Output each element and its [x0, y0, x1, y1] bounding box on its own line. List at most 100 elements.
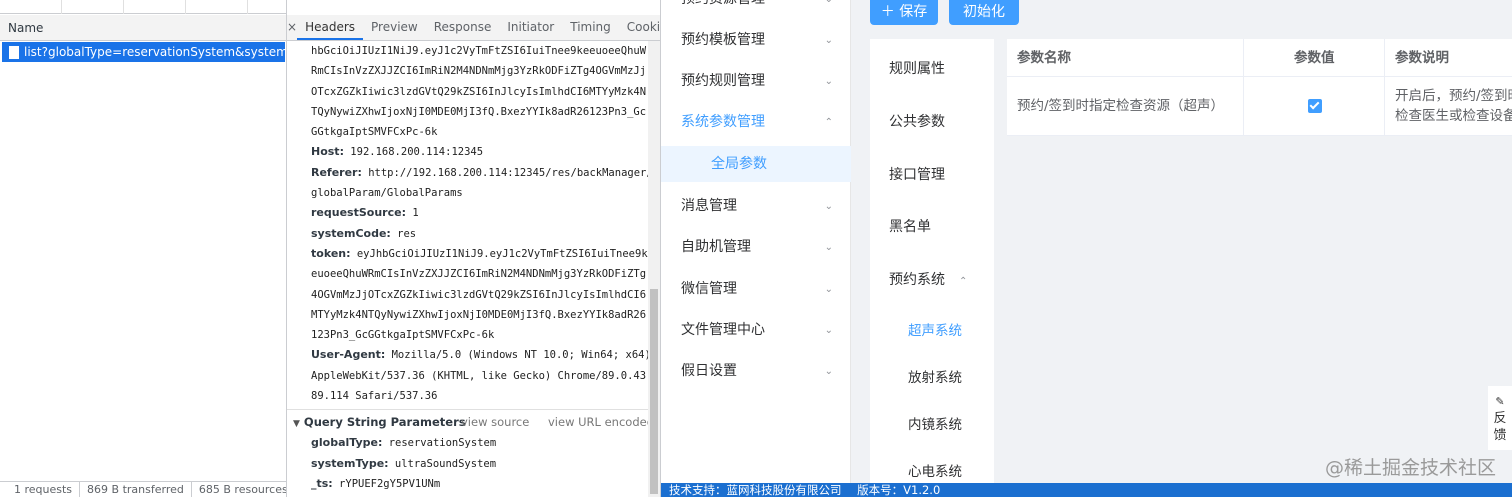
param-category-tabs: 规则属性公共参数接口管理黑名单预约系统 ⌃ 超声系统放射系统内镜系统心电系统	[870, 39, 994, 483]
sidebar-item-system-param[interactable]: 系统参数管理 ⌃	[661, 102, 851, 143]
tab-blacklist[interactable]: 黑名单	[870, 216, 994, 236]
view-source-link[interactable]: view source	[461, 410, 529, 434]
header-line: User-Agent: Mozilla/5.0 (Windows NT 10.0…	[287, 345, 649, 365]
header-key: requestSource:	[311, 206, 406, 220]
query-param-value: reservationSystem	[388, 437, 497, 450]
tab-label: 黑名单	[889, 219, 931, 235]
param-value-checkbox[interactable]	[1308, 99, 1322, 113]
query-param-key: globalType:	[311, 436, 383, 450]
header-line: AppleWebKit/537.36 (KHTML, like Gecko) C…	[287, 366, 649, 386]
header-line: token: eyJhbGciOiJIUzI1NiJ9.eyJ1c2VyTmFt…	[287, 244, 649, 264]
sidebar-item-rule[interactable]: 预约规则管理 ⌄	[661, 61, 851, 102]
tab-reservation-system[interactable]: 预约系统 ⌃	[870, 269, 994, 289]
tab-label: 心电系统	[908, 464, 962, 480]
tab-interface[interactable]: 接口管理	[870, 164, 994, 184]
col-param-name: 参数名称	[1007, 39, 1244, 76]
header-key: systemCode:	[311, 226, 391, 240]
table-row: 预约/签到时指定检查资源（超声） 开启后，预约/签到时 检查医生或检查设备	[1007, 77, 1512, 136]
triangle-down-icon: ▼	[293, 419, 300, 430]
close-icon[interactable]: ×	[287, 14, 297, 40]
sidebar-item-global-param[interactable]: 全局参数	[661, 146, 851, 182]
edit-icon: ✎	[1495, 395, 1505, 408]
query-param-key: systemType:	[311, 456, 389, 470]
request-row-selected[interactable]: list?globalType=reservationSystem&system…	[2, 42, 285, 62]
tech-support-text: 技术支持：蓝网科技股份有限公司	[669, 483, 842, 497]
sidebar-item-wechat[interactable]: 微信管理 ⌄	[661, 269, 851, 310]
header-value: 192.168.200.114:12345	[350, 146, 484, 159]
app-footer: 技术支持：蓝网科技股份有限公司 版本号：V1.2.0	[661, 483, 1512, 497]
overview-strip	[0, 0, 286, 14]
tab-label: 超声系统	[908, 323, 962, 339]
header-key: Host:	[311, 145, 344, 159]
query-param-line: _ts: rYPUEF2gY5PV1UNm	[287, 474, 649, 494]
tab-endoscopy[interactable]: 内镜系统	[870, 413, 994, 433]
tab-cookies[interactable]: Cookies	[619, 19, 660, 40]
tab-label: 放射系统	[908, 370, 962, 386]
request-name: list?globalType=reservationSystem&system…	[24, 45, 285, 59]
requests-count: 1 requests	[0, 482, 81, 497]
sidebar-item-resource[interactable]: 预约资源管理 ⌄	[661, 0, 851, 20]
header-value: OTcxZGZkIiwic3lzdGVtQ29kZSI6InJlcyIsImlh…	[311, 85, 647, 98]
feedback-label-2: 馈	[1493, 428, 1507, 443]
sidebar-item-holiday[interactable]: 假日设置 ⌄	[661, 351, 851, 392]
feedback-button[interactable]: ✎ 反 馈	[1488, 386, 1512, 450]
transferred-size: 869 B transferred	[80, 482, 192, 497]
chevron-up-icon: ⌃	[824, 117, 833, 128]
header-line: 89.114 Safari/537.36	[287, 386, 649, 406]
header-value: TQyNywiZXhwIjoxNjI0MDE0MjI3fQ.BxezYYIk8a…	[311, 105, 647, 118]
chevron-down-icon: ⌄	[824, 284, 833, 295]
tab-response[interactable]: Response	[426, 19, 500, 40]
sidebar-item-label: 全局参数	[711, 156, 767, 172]
devtools-headers-panel: × Headers Preview Response Initiator Tim…	[287, 0, 661, 497]
query-param-line: globalType: reservationSystem	[287, 433, 649, 453]
header-value: MTYyMzk4NTQyNywiZXhwIjoxNjI0MDE0MjI3fQ.B…	[311, 308, 647, 321]
version-text: 版本号：V1.2.0	[857, 483, 941, 497]
sidebar-item-label: 微信管理	[681, 281, 737, 297]
feedback-label-1: 反	[1493, 411, 1507, 426]
view-url-encoded-link[interactable]: view URL encoded	[548, 410, 649, 434]
header-value: hbGciOiJIUzI1NiJ9.eyJ1c2VyTmFtZSI6IuiTne…	[311, 45, 647, 57]
query-param-key: _ts:	[311, 476, 333, 490]
header-line: MTYyMzk4NTQyNywiZXhwIjoxNjI0MDE0MjI3fQ.B…	[287, 305, 649, 325]
tab-radiology[interactable]: 放射系统	[870, 366, 994, 386]
sidebar-item-label: 预约资源管理	[681, 0, 765, 7]
sidebar-item-message[interactable]: 消息管理 ⌄	[661, 186, 851, 227]
header-line: globalParam/GlobalParams	[287, 183, 649, 203]
tab-ecg[interactable]: 心电系统	[870, 460, 994, 480]
headers-scrollbar[interactable]	[648, 41, 660, 497]
tab-public-param[interactable]: 公共参数	[870, 111, 994, 131]
tab-headers[interactable]: Headers	[297, 19, 364, 40]
chevron-down-icon: ⌄	[824, 35, 833, 46]
initialize-button[interactable]: 初始化	[949, 0, 1019, 25]
chevron-down-icon: ⌄	[824, 242, 833, 253]
sidebar-item-label: 假日设置	[681, 363, 737, 379]
scrollbar-thumb[interactable]	[650, 289, 658, 494]
header-value: euoeeQhuWRmCIsInVzZXJJZCI6ImRiN2M4NDNmMj…	[311, 268, 647, 281]
tab-label: 公共参数	[889, 114, 945, 130]
sidebar-item-kiosk[interactable]: 自助机管理 ⌄	[661, 227, 851, 268]
header-value: 4OGVmMzJjOTcxZGZkIiwic3lzdGVtQ29kZSI6InJ…	[311, 288, 647, 301]
query-string-section-header[interactable]: ▼ Query String Parameters view source view …	[287, 409, 649, 433]
tab-initiator[interactable]: Initiator	[499, 19, 562, 40]
tab-timing[interactable]: Timing	[562, 19, 619, 40]
tab-preview[interactable]: Preview	[363, 19, 426, 40]
sidebar-item-file-center[interactable]: 文件管理中心 ⌄	[661, 310, 851, 351]
query-param-line: systemType: ultraSoundSystem	[287, 454, 649, 474]
save-button[interactable]: ＋ 保存	[870, 0, 938, 25]
header-line: systemCode: res	[287, 224, 649, 244]
header-value: eyJhbGciOiJIUzI1NiJ9.eyJ1c2VyTmFtZSI6Iui…	[356, 247, 649, 260]
query-param-value: ultraSoundSystem	[394, 457, 497, 470]
header-value: GGtkgaIptSMVFCxPc-6k	[311, 126, 438, 139]
detail-tabbar: × Headers Preview Response Initiator Tim…	[287, 14, 660, 41]
sidebar-item-template[interactable]: 预约模板管理 ⌄	[661, 20, 851, 61]
network-summary-bar: 1 requests 869 B transferred 685 B resou…	[0, 481, 286, 497]
header-line: requestSource: 1	[287, 203, 649, 223]
name-column-header[interactable]: Name	[0, 15, 286, 41]
header-line: Host: 192.168.200.114:12345	[287, 142, 649, 162]
tab-rule-attr[interactable]: 规则属性	[870, 58, 994, 78]
header-value: AppleWebKit/537.36 (KHTML, like Gecko) C…	[311, 369, 647, 382]
tab-ultrasound[interactable]: 超声系统	[870, 319, 994, 339]
chevron-down-icon: ⌄	[824, 76, 833, 87]
query-param-value: rYPUEF2gY5PV1UNm	[339, 477, 441, 490]
header-line: TQyNywiZXhwIjoxNjI0MDE0MjI3fQ.BxezYYIk8a…	[287, 102, 649, 122]
